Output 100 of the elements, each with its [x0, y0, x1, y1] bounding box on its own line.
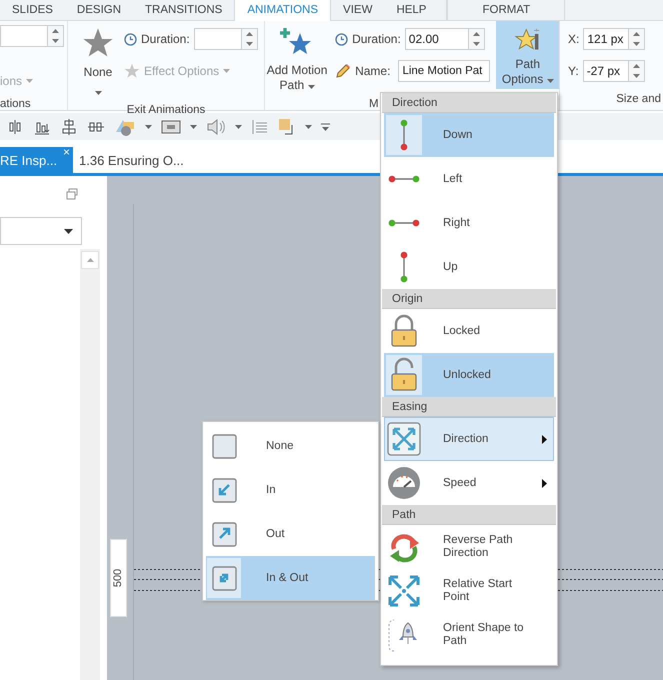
name-label: Name: [355, 64, 390, 78]
menu-item[interactable]: Down [384, 113, 554, 157]
star-icon [124, 63, 140, 79]
menu-item-label: Relative Start Point [443, 578, 514, 604]
x-label: X: [568, 32, 580, 46]
y-field[interactable]: -27 px [582, 60, 629, 82]
menu-item-label: Out [266, 528, 285, 540]
menu-item-label: Right [443, 216, 471, 230]
menu-item[interactable]: Orient Shape to Path [384, 613, 554, 657]
add-motion-path-button[interactable]: Add Motion Path [265, 25, 330, 95]
menu-section-heading: Direction [382, 93, 556, 113]
menu-item-label: Unlocked [443, 368, 492, 382]
caret-icon [308, 85, 315, 89]
duration-field[interactable]: 02.00 [404, 28, 469, 50]
menu-item[interactable]: Locked [384, 309, 554, 353]
spinner-buttons[interactable] [242, 28, 258, 50]
name-field[interactable]: Line Motion Pat [398, 60, 490, 82]
caret-icon [190, 124, 197, 128]
arrow-in-icon [212, 478, 236, 502]
menu-item-label: Direction [443, 432, 490, 446]
menu-item-label: None [266, 440, 294, 452]
ribbon-tab[interactable]: ANIMATIONS [234, 0, 332, 21]
gauge-icon [386, 465, 422, 501]
menu-item[interactable]: In [206, 468, 375, 512]
clock-icon [124, 32, 137, 46]
ribbon-tab[interactable]: VIEW [331, 0, 384, 21]
ribbon-tab[interactable]: SLIDES [0, 0, 65, 21]
input-field[interactable] [0, 25, 48, 47]
caret-icon [305, 124, 312, 128]
menu-item[interactable]: None [206, 424, 375, 468]
group-label: Size and [615, 92, 662, 107]
menu-item-label: Down [443, 128, 474, 142]
menu-item-label: Orient Shape to Path [443, 622, 525, 648]
menu-item[interactable]: Reverse Path Direction [384, 525, 554, 569]
x-field[interactable]: 121 px [583, 28, 630, 50]
vertical-path-icon [400, 119, 408, 151]
spinner-buttons[interactable] [48, 25, 64, 47]
arrow-out-icon [212, 522, 236, 546]
group-label: Exit Animations [126, 103, 206, 118]
document-tab[interactable]: 1.36 Ensuring O... [73, 147, 192, 173]
horizontal-path-icon [388, 219, 420, 227]
menu-item-label: Speed [443, 476, 478, 490]
spinner-buttons[interactable] [629, 28, 646, 50]
empty-square-icon [212, 434, 236, 458]
align-middle-icon[interactable] [60, 118, 78, 136]
exit-effect-button[interactable]: None [78, 25, 118, 101]
menu-item[interactable]: Relative Start Point [384, 569, 554, 613]
menu-item-label: In & Out [266, 572, 308, 584]
ribbon-tab[interactable]: TRANSITIONS [133, 0, 234, 21]
duration-label: Duration: [141, 32, 190, 46]
shape-fill-icon[interactable] [114, 118, 136, 136]
ruler-label: 500 [112, 568, 124, 588]
horizontal-path-icon [388, 175, 420, 183]
menu-item[interactable]: Right [384, 201, 554, 245]
menu-section-heading: Path [382, 505, 556, 525]
menu-item-label: Locked [443, 324, 482, 338]
caret-icon [235, 124, 242, 128]
pencil-icon [335, 63, 352, 79]
caret-icon [145, 124, 152, 128]
scroll-up-button[interactable] [81, 251, 99, 269]
menu-item[interactable]: Up [384, 245, 554, 289]
duration-field[interactable] [194, 28, 242, 50]
caret-icon [26, 79, 34, 83]
speaker-icon[interactable] [206, 118, 226, 136]
overflow-icon[interactable] [321, 122, 330, 130]
caret-icon [546, 79, 554, 83]
document-tab[interactable]: RE Insp... × [0, 147, 73, 173]
y-label: Y: [568, 64, 579, 78]
duration-label: Duration: [352, 32, 401, 46]
menu-section-heading: Origin [382, 289, 556, 309]
caret-icon [86, 258, 94, 262]
menu-item-label: Reverse Path Direction [443, 534, 514, 560]
vertical-path-icon [400, 251, 408, 283]
star-icon [82, 27, 114, 59]
menu-item[interactable]: Out [206, 512, 375, 556]
video-icon[interactable] [161, 118, 181, 136]
restore-window-icon[interactable] [66, 188, 78, 200]
caret-icon [94, 91, 102, 95]
caret-icon [64, 228, 73, 234]
dropdown-field[interactable] [0, 217, 82, 245]
menu-item[interactable]: Direction [384, 417, 554, 461]
path-options-button[interactable]: Path Options [496, 21, 559, 89]
close-button[interactable]: × [62, 145, 70, 159]
text-lines-icon[interactable] [251, 118, 269, 136]
menu-item-label: In [266, 484, 276, 496]
menu-section-heading: Easing [382, 397, 556, 417]
menu-item[interactable]: Unlocked [384, 353, 554, 397]
outward-arrows-icon [386, 573, 422, 609]
menu-item[interactable]: Speed [384, 461, 554, 505]
caret-icon [223, 69, 230, 73]
menu-item[interactable]: Left [384, 157, 554, 201]
menu-item[interactable]: In & Out [206, 556, 375, 600]
spinner-buttons[interactable] [628, 60, 645, 82]
spinner-buttons[interactable] [468, 28, 485, 50]
arrow-in-out-icon [212, 566, 236, 590]
menu-item-label: Left [443, 172, 464, 186]
ribbon-tab[interactable]: DESIGN [64, 0, 134, 21]
ribbon-tab[interactable]: HELP [384, 0, 438, 21]
clock-icon [335, 32, 348, 46]
expand-arrows-icon [386, 421, 422, 457]
